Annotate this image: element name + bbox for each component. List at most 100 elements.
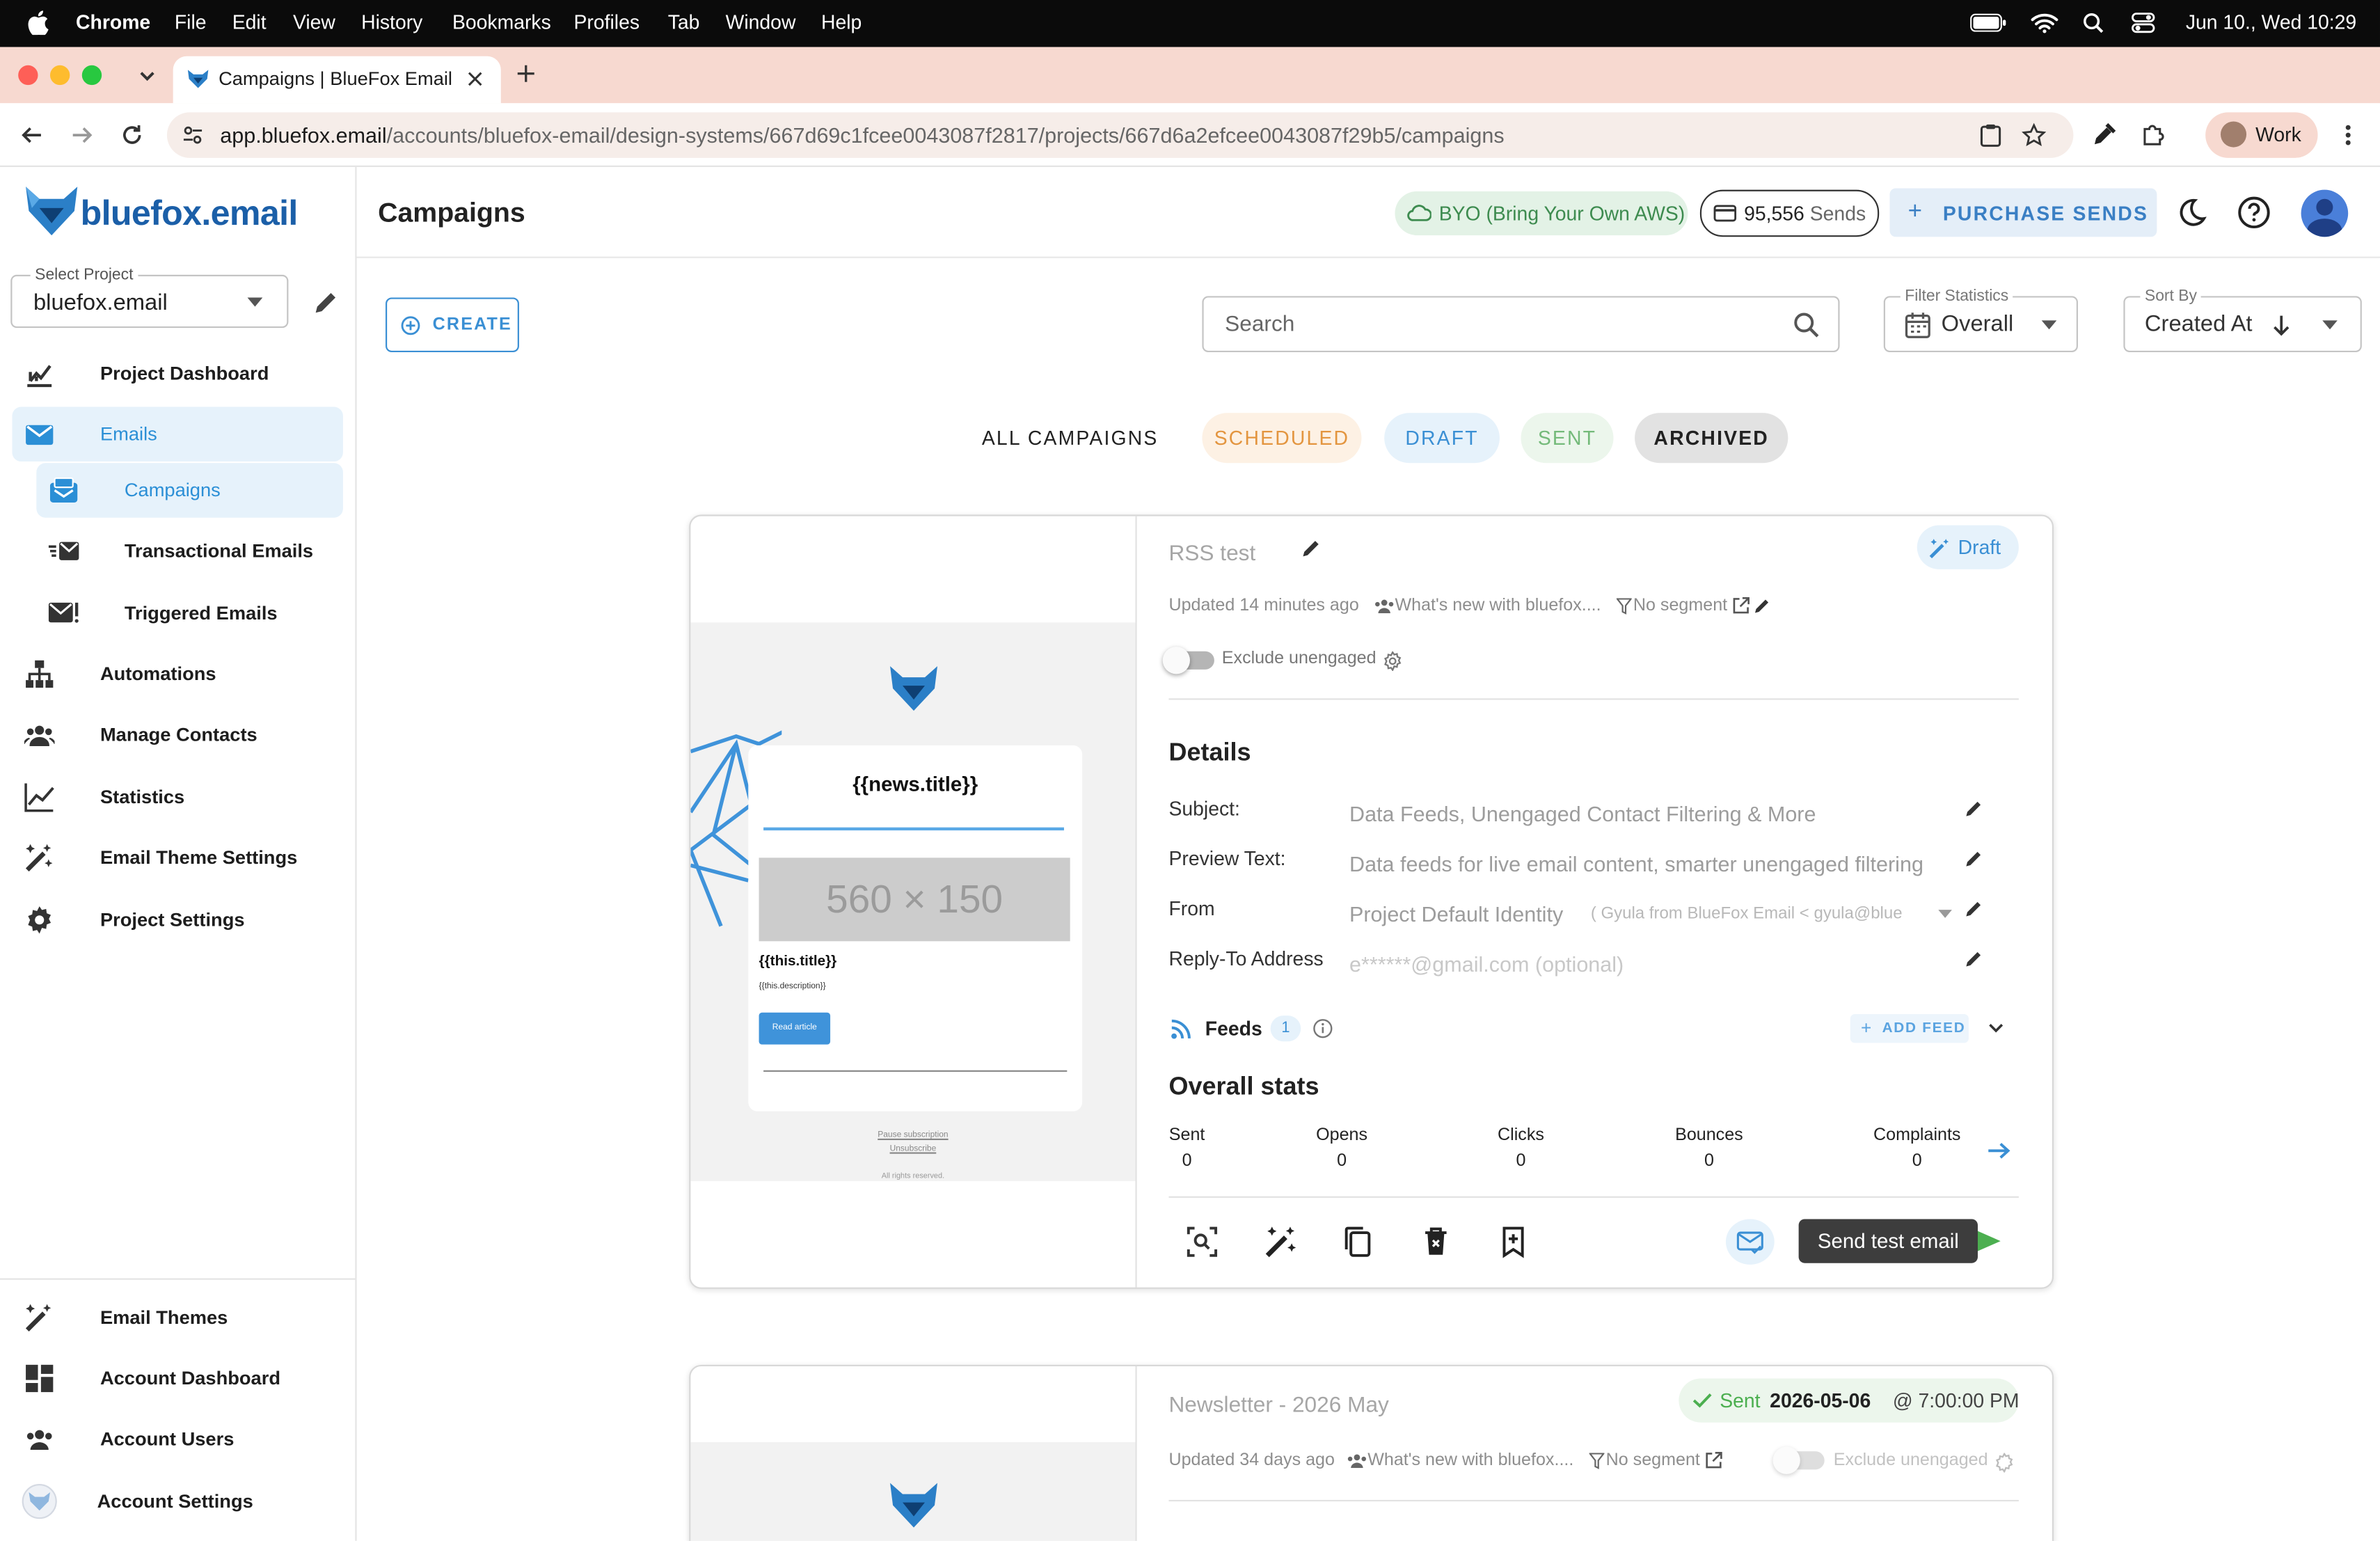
nav-account-dashboard[interactable]: Account Dashboard	[12, 1351, 342, 1406]
preview-text-value[interactable]: Data feeds for live email content, smart…	[1349, 852, 1923, 876]
exclude-unengaged-toggle[interactable]	[1162, 647, 1216, 674]
menu-profiles[interactable]: Profiles	[573, 10, 640, 33]
campaign-name[interactable]: Newsletter - 2026 May	[1168, 1393, 1388, 1418]
send-test-email-button[interactable]	[1725, 1219, 1775, 1265]
eyedropper-extension-icon[interactable]	[2092, 121, 2118, 147]
close-window-button[interactable]	[18, 65, 38, 86]
close-tab-icon[interactable]	[468, 72, 483, 87]
chrome-menu-icon[interactable]	[2338, 123, 2359, 148]
from-value[interactable]: Project Default Identity	[1349, 902, 1563, 926]
forward-icon[interactable]	[70, 123, 94, 148]
purchase-sends-button[interactable]: + PURCHASE SENDS	[1889, 188, 2157, 237]
nav-manage-contacts[interactable]: Manage Contacts	[12, 707, 342, 762]
archive-bookmark-icon[interactable]	[1495, 1224, 1531, 1260]
minimize-window-button[interactable]	[49, 65, 70, 86]
email-preview[interactable]	[690, 1442, 1136, 1541]
view-stats-arrow-icon[interactable]	[1987, 1141, 2011, 1160]
edit-preview-text-icon[interactable]	[1964, 848, 1983, 868]
tab-draft[interactable]: DRAFT	[1384, 413, 1500, 464]
filter-statistics-select[interactable]: Filter Statistics Overall	[1883, 287, 2078, 353]
expand-feeds-chevron-icon[interactable]	[1988, 1023, 2004, 1034]
theme-wand-icon[interactable]	[1263, 1224, 1299, 1260]
nav-account-users[interactable]: Account Users	[12, 1412, 342, 1467]
extensions-puzzle-icon[interactable]	[2140, 121, 2167, 148]
menu-window[interactable]: Window	[726, 10, 796, 33]
reload-icon[interactable]	[120, 123, 144, 148]
spotlight-icon[interactable]	[2082, 12, 2104, 33]
arrow-down-icon[interactable]	[2272, 314, 2290, 337]
new-tab-icon[interactable]	[516, 64, 536, 84]
bluefox-logo[interactable]: bluefox.email	[23, 184, 298, 239]
nav-automations[interactable]: Automations	[12, 647, 342, 702]
settings-gear-icon[interactable]	[1994, 1453, 2014, 1473]
subject-value[interactable]: Data Feeds, Unengaged Contact Filtering …	[1349, 802, 1816, 826]
settings-gear-icon[interactable]	[1383, 651, 1402, 672]
add-feed-button[interactable]: + ADD FEED	[1850, 1013, 1969, 1043]
tab-archived[interactable]: ARCHIVED	[1635, 413, 1788, 464]
help-icon[interactable]	[2237, 196, 2271, 229]
site-info-icon[interactable]	[182, 125, 204, 146]
contact-list[interactable]: What's new with bluefox....	[1395, 596, 1601, 615]
from-dropdown-caret-icon[interactable]	[1938, 909, 1952, 918]
menu-history[interactable]: History	[361, 10, 422, 33]
edit-from-icon[interactable]	[1964, 899, 1983, 918]
nav-email-themes[interactable]: Email Themes	[12, 1290, 342, 1345]
clipboard-icon[interactable]	[1979, 123, 2002, 148]
apple-icon[interactable]	[27, 10, 49, 35]
control-center-icon[interactable]	[2131, 12, 2155, 33]
nav-campaigns[interactable]: Campaigns	[36, 463, 343, 518]
nav-project-settings[interactable]: Project Settings	[12, 892, 342, 947]
email-preview[interactable]: {{news.title}} 560 × 150 {{this.title}} …	[690, 622, 1136, 1181]
reply-to-value[interactable]: e******@gmail.com (optional)	[1349, 952, 1624, 977]
menu-tab[interactable]: Tab	[668, 10, 700, 33]
bookmark-star-icon[interactable]	[2022, 123, 2047, 148]
zoom-window-button[interactable]	[81, 65, 102, 86]
menu-bookmarks[interactable]: Bookmarks	[452, 10, 551, 33]
nav-transactional-emails[interactable]: Transactional Emails	[12, 523, 342, 578]
campaign-name[interactable]: RSS test	[1168, 542, 1255, 567]
create-button[interactable]: CREATE	[386, 297, 519, 353]
menu-help[interactable]: Help	[821, 10, 862, 33]
preview-search-icon[interactable]	[1184, 1224, 1220, 1260]
edit-segment-icon[interactable]	[1753, 596, 1771, 615]
edit-reply-to-icon[interactable]	[1964, 949, 1983, 968]
open-external-icon[interactable]	[1704, 1451, 1722, 1469]
contact-list[interactable]: What's new with bluefox....	[1367, 1451, 1573, 1469]
tab-sent[interactable]: SENT	[1521, 413, 1614, 464]
open-external-icon[interactable]	[1732, 596, 1750, 615]
edit-name-icon[interactable]	[1301, 537, 1322, 559]
delete-icon[interactable]	[1418, 1224, 1454, 1260]
edit-subject-icon[interactable]	[1964, 798, 1983, 818]
tab-all-campaigns[interactable]: ALL CAMPAIGNS	[971, 413, 1169, 463]
sends-counter[interactable]: 95,556 Sends	[1699, 189, 1880, 237]
nav-email-theme-settings[interactable]: Email Theme Settings	[12, 830, 342, 885]
wifi-icon[interactable]	[2031, 12, 2058, 33]
browser-tab[interactable]: Campaigns | BlueFox Email	[173, 56, 501, 104]
dark-mode-icon[interactable]	[2177, 198, 2207, 228]
segment-label[interactable]: No segment	[1606, 1451, 1700, 1469]
tab-scheduled[interactable]: SCHEDULED	[1202, 413, 1362, 464]
sort-by-select[interactable]: Sort By Created At	[2123, 287, 2362, 353]
back-icon[interactable]	[19, 123, 44, 148]
tab-search-chevron-icon[interactable]	[134, 65, 161, 87]
segment-label[interactable]: No segment	[1633, 596, 1727, 615]
nav-account-settings[interactable]: Account Settings	[12, 1474, 342, 1529]
menu-datetime[interactable]: Jun 10., Wed 10:29	[2186, 10, 2356, 33]
nav-triggered-emails[interactable]: Triggered Emails	[12, 586, 342, 641]
project-select[interactable]: Select Project bluefox.email	[10, 265, 289, 329]
nav-emails[interactable]: Emails	[12, 406, 343, 462]
info-icon[interactable]	[1313, 1019, 1333, 1038]
address-bar[interactable]: app.bluefox.email/accounts/bluefox-email…	[166, 112, 2074, 158]
search-input[interactable]: Search	[1202, 296, 1840, 353]
duplicate-icon[interactable]	[1340, 1224, 1377, 1260]
search-icon[interactable]	[1793, 311, 1820, 338]
edit-project-icon[interactable]	[312, 290, 338, 316]
menu-view[interactable]: View	[293, 10, 335, 33]
nav-statistics[interactable]: Statistics	[12, 770, 342, 825]
menu-app-name[interactable]: Chrome	[76, 10, 150, 33]
menu-edit[interactable]: Edit	[232, 10, 267, 33]
menu-file[interactable]: File	[175, 10, 207, 33]
nav-project-dashboard[interactable]: Project Dashboard	[12, 346, 342, 401]
battery-icon[interactable]	[1970, 13, 2006, 32]
avatar[interactable]	[2301, 189, 2349, 237]
